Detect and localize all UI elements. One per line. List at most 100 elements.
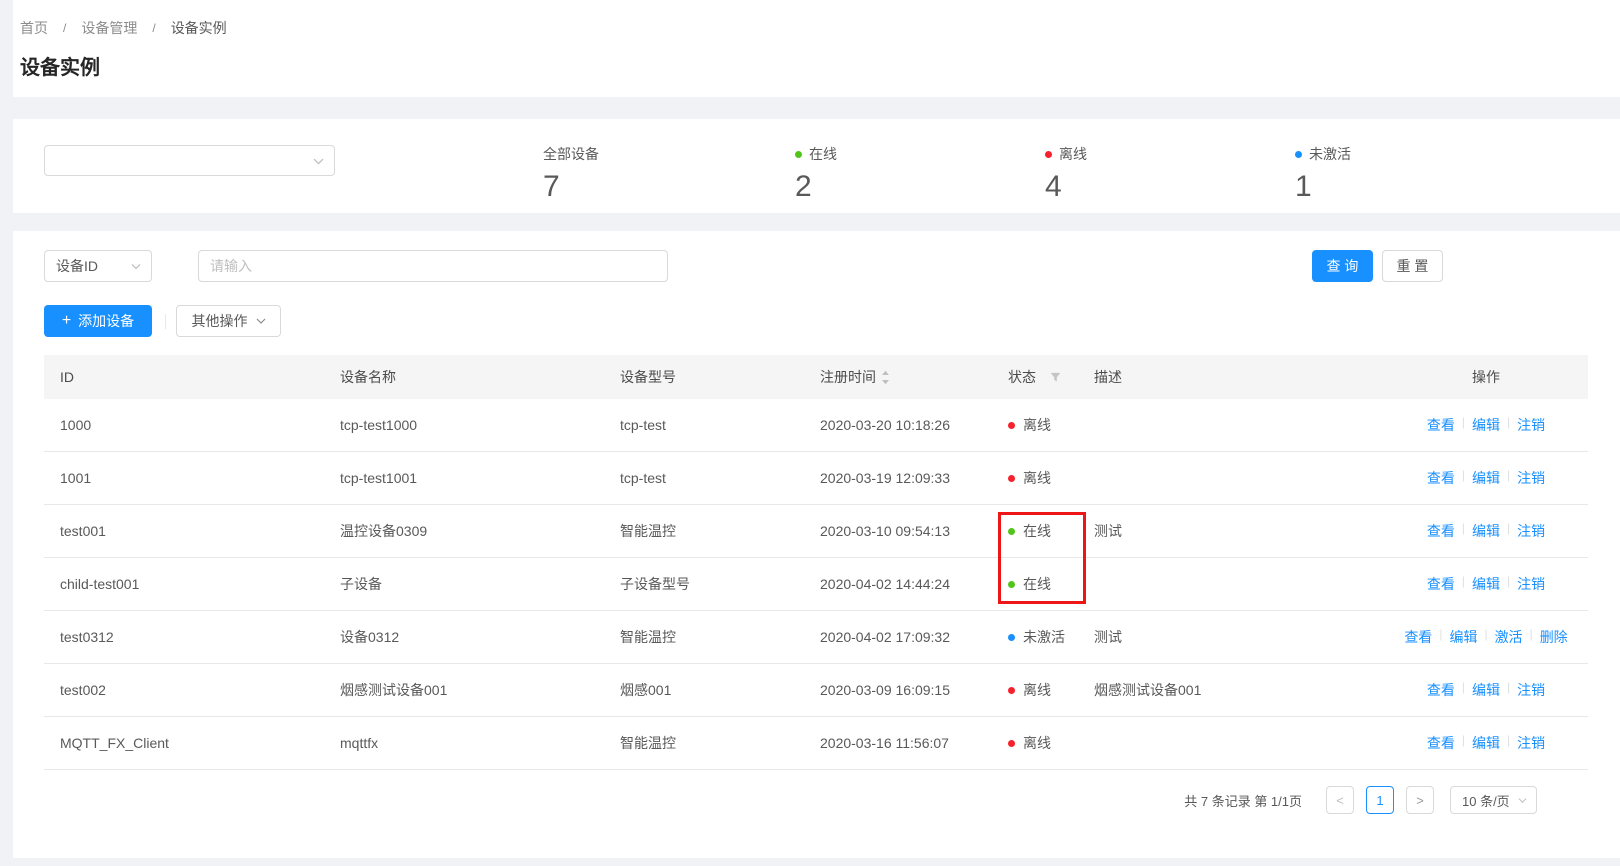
cell-device-model: 子设备型号 (604, 574, 804, 594)
action-separator: | (1507, 574, 1510, 594)
stats-card: 全部设备 7 在线 2 离线 4 未激活 1 (13, 119, 1620, 213)
table-header-row: ID 设备名称 设备型号 注册时间 状态描述 操作 (44, 355, 1588, 399)
cell-register-time: 2020-03-16 11:56:07 (804, 735, 992, 751)
more-actions-button[interactable]: 其他操作 (176, 305, 281, 337)
action-view[interactable]: 查看 (1404, 627, 1432, 647)
action-view[interactable]: 查看 (1427, 468, 1455, 488)
stat-offline: 离线 4 (1045, 146, 1087, 203)
cell-device-model: 智能温控 (604, 521, 804, 541)
action-edit[interactable]: 编辑 (1472, 468, 1500, 488)
breadcrumb-separator: / (63, 21, 66, 35)
action-deregister[interactable]: 注销 (1517, 733, 1545, 753)
pagination-next-button[interactable]: > (1406, 786, 1434, 814)
breadcrumb: 首页 / 设备管理 / 设备实例 (20, 18, 1620, 38)
status-dot-icon (1008, 528, 1015, 535)
cell-device-model: tcp-test (604, 417, 804, 433)
table-row: test002 烟感测试设备001 烟感001 2020-03-09 16:09… (44, 664, 1588, 717)
page-size-select[interactable]: 10 条/页 (1450, 786, 1537, 814)
action-edit[interactable]: 编辑 (1472, 521, 1500, 541)
action-deregister[interactable]: 注销 (1517, 468, 1545, 488)
device-table: ID 设备名称 设备型号 注册时间 状态描述 操作 1000 tcp-test1000 t… (44, 355, 1588, 770)
pagination-page-1[interactable]: 1 (1366, 786, 1394, 814)
breadcrumb-device-management[interactable]: 设备管理 (81, 18, 137, 38)
status-label: 离线 (1023, 468, 1051, 488)
action-separator: | (1462, 468, 1465, 488)
stat-value: 4 (1045, 171, 1087, 203)
cell-status: 离线 (992, 468, 1078, 488)
cell-register-time: 2020-03-19 12:09:33 (804, 470, 992, 486)
cell-status: 离线 (992, 733, 1078, 753)
cell-status: 离线 (992, 680, 1078, 700)
column-header-action: 操作 (1384, 367, 1588, 387)
status-dot-icon (1008, 740, 1015, 747)
action-edit[interactable]: 编辑 (1472, 574, 1500, 594)
column-header-desc: 描述 (1078, 367, 1384, 387)
table-row: 1000 tcp-test1000 tcp-test 2020-03-20 10… (44, 399, 1588, 452)
action-delete[interactable]: 删除 (1540, 627, 1568, 647)
chevron-down-icon (313, 158, 324, 165)
cell-device-id: test001 (44, 523, 324, 539)
column-header-status[interactable]: 状态 (992, 367, 1078, 387)
action-edit[interactable]: 编辑 (1472, 680, 1500, 700)
sort-icon[interactable] (881, 369, 890, 386)
action-separator: | (1484, 627, 1487, 647)
cell-actions: 查看|编辑|激活|删除 (1384, 627, 1588, 647)
action-view[interactable]: 查看 (1427, 574, 1455, 594)
plus-icon: + (62, 313, 71, 329)
column-label: 设备名称 (340, 367, 396, 387)
action-edit[interactable]: 编辑 (1472, 733, 1500, 753)
cell-register-time: 2020-04-02 17:09:32 (804, 629, 992, 645)
action-view[interactable]: 查看 (1427, 415, 1455, 435)
column-label: 设备型号 (620, 367, 676, 387)
column-header-time[interactable]: 注册时间 (804, 367, 992, 387)
action-deregister[interactable]: 注销 (1517, 521, 1545, 541)
search-input[interactable] (198, 250, 668, 282)
status-label: 未激活 (1023, 627, 1065, 647)
column-header-name: 设备名称 (324, 367, 604, 387)
reset-button[interactable]: 重 置 (1382, 250, 1443, 282)
cell-device-model: 智能温控 (604, 733, 804, 753)
filter-icon[interactable] (1050, 372, 1061, 383)
action-view[interactable]: 查看 (1427, 733, 1455, 753)
column-label: 操作 (1472, 367, 1500, 387)
breadcrumb-home[interactable]: 首页 (20, 18, 48, 38)
stat-label: 离线 (1059, 144, 1087, 164)
cell-device-id: MQTT_FX_Client (44, 735, 324, 751)
action-edit[interactable]: 编辑 (1449, 627, 1477, 647)
query-button[interactable]: 查 询 (1312, 250, 1373, 282)
column-label: 注册时间 (820, 367, 876, 387)
action-separator: | (1462, 521, 1465, 541)
cell-status: 在线 (992, 574, 1078, 594)
column-header-id: ID (44, 369, 324, 385)
stat-value: 1 (1295, 171, 1351, 203)
status-dot-icon (1008, 634, 1015, 641)
action-separator: | (1462, 415, 1465, 435)
stat-inactive: 未激活 1 (1295, 146, 1351, 203)
column-header-model: 设备型号 (604, 367, 804, 387)
action-separator: | (1462, 733, 1465, 753)
action-view[interactable]: 查看 (1427, 521, 1455, 541)
action-deregister[interactable]: 注销 (1517, 574, 1545, 594)
column-label: 描述 (1094, 367, 1122, 387)
add-device-label: 添加设备 (78, 311, 134, 331)
cell-device-model: tcp-test (604, 470, 804, 486)
action-view[interactable]: 查看 (1427, 680, 1455, 700)
cell-device-id: 1001 (44, 470, 324, 486)
action-deregister[interactable]: 注销 (1517, 680, 1545, 700)
search-field-select[interactable]: 设备ID (44, 250, 152, 282)
cell-actions: 查看|编辑|注销 (1384, 521, 1588, 541)
stat-total-devices: 全部设备 7 (543, 146, 599, 203)
action-edit[interactable]: 编辑 (1472, 415, 1500, 435)
action-separator: | (1507, 733, 1510, 753)
cell-actions: 查看|编辑|注销 (1384, 468, 1588, 488)
action-deregister[interactable]: 注销 (1517, 415, 1545, 435)
cell-device-name: tcp-test1001 (324, 470, 604, 486)
product-filter-select[interactable] (44, 145, 335, 176)
online-dot-icon (795, 151, 802, 158)
cell-description: 烟感测试设备001 (1078, 680, 1384, 700)
cell-register-time: 2020-03-09 16:09:15 (804, 682, 992, 698)
action-activate[interactable]: 激活 (1495, 627, 1523, 647)
pagination-prev-button[interactable]: < (1326, 786, 1354, 814)
add-device-button[interactable]: + 添加设备 (44, 305, 152, 337)
status-label: 离线 (1023, 733, 1051, 753)
